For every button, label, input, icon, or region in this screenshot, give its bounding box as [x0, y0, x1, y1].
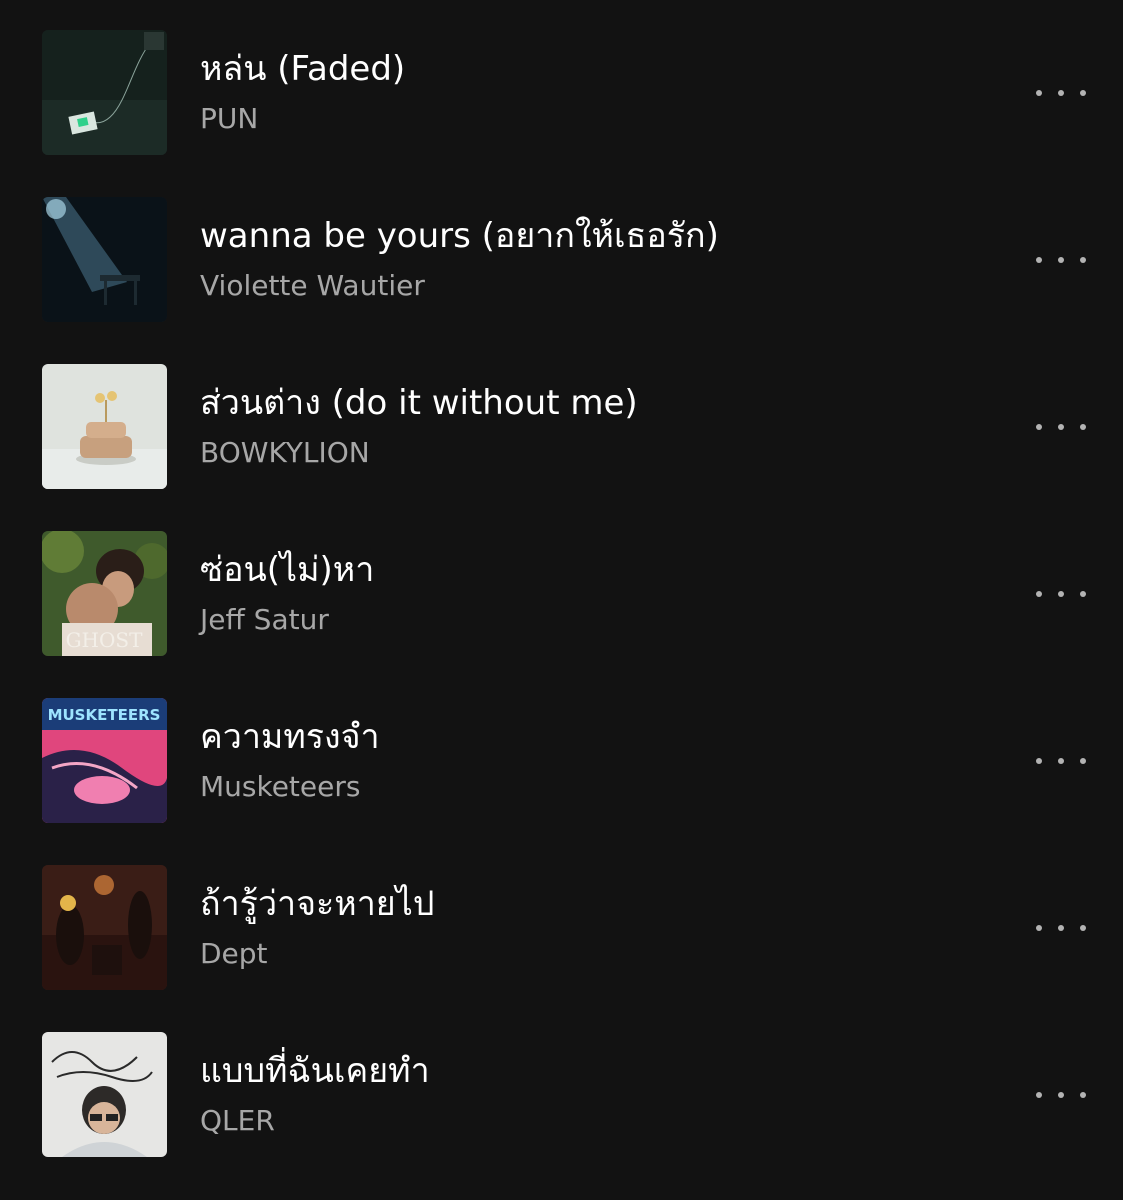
album-cover-image[interactable]: [42, 197, 167, 322]
track-row[interactable]: MUSKETEERS ความทรงจำ Musketeers: [0, 698, 1123, 824]
more-options-button[interactable]: [1030, 579, 1092, 609]
track-row[interactable]: หล่น (Faded) PUN: [0, 30, 1123, 156]
album-cover-image[interactable]: GHOST: [42, 531, 167, 656]
more-options-icon: [1080, 90, 1086, 96]
track-artist: BOWKYLION: [200, 436, 370, 469]
track-row[interactable]: ส่วนต่าง (do it without me) BOWKYLION: [0, 364, 1123, 490]
track-title: ถ้ารู้ว่าจะหายไป: [200, 884, 435, 924]
track-row[interactable]: แบบที่ฉันเคยทำ QLER: [0, 1032, 1123, 1158]
more-options-icon: [1080, 257, 1086, 263]
more-options-icon: [1036, 758, 1042, 764]
more-options-button[interactable]: [1030, 913, 1092, 943]
more-options-icon: [1058, 1092, 1064, 1098]
track-title: หล่น (Faded): [200, 49, 406, 89]
track-list: หล่น (Faded) PUN wanna be yours (อยากให้…: [0, 0, 1123, 1200]
more-options-icon: [1080, 591, 1086, 597]
more-options-icon: [1058, 90, 1064, 96]
more-options-button[interactable]: [1030, 412, 1092, 442]
more-options-icon: [1058, 257, 1064, 263]
album-cover-image[interactable]: [42, 364, 167, 489]
more-options-icon: [1080, 1092, 1086, 1098]
more-options-icon: [1036, 424, 1042, 430]
cover-text: MUSKETEERS: [48, 706, 161, 724]
track-artist: QLER: [200, 1104, 275, 1137]
album-cover-image[interactable]: [42, 865, 167, 990]
track-artist: PUN: [200, 102, 259, 135]
track-artist: Violette Wautier: [200, 269, 425, 302]
more-options-icon: [1058, 925, 1064, 931]
more-options-icon: [1058, 591, 1064, 597]
more-options-icon: [1080, 925, 1086, 931]
more-options-icon: [1036, 591, 1042, 597]
track-row[interactable]: GHOST ซ่อน(ไม่)หา Jeff Satur: [0, 531, 1123, 657]
track-title: ส่วนต่าง (do it without me): [200, 383, 638, 423]
track-artist: Jeff Satur: [200, 603, 329, 636]
album-cover-image[interactable]: MUSKETEERS: [42, 698, 167, 823]
more-options-icon: [1036, 257, 1042, 263]
track-title: wanna be yours (อยากให้เธอรัก): [200, 216, 719, 256]
more-options-icon: [1080, 758, 1086, 764]
more-options-button[interactable]: [1030, 746, 1092, 776]
album-cover-image[interactable]: [42, 30, 167, 155]
more-options-icon: [1058, 758, 1064, 764]
more-options-icon: [1080, 424, 1086, 430]
more-options-icon: [1036, 1092, 1042, 1098]
track-artist: Musketeers: [200, 770, 361, 803]
track-title: แบบที่ฉันเคยทำ: [200, 1051, 430, 1091]
track-row[interactable]: wanna be yours (อยากให้เธอรัก) Violette …: [0, 197, 1123, 323]
more-options-button[interactable]: [1030, 78, 1092, 108]
track-artist: Dept: [200, 937, 268, 970]
more-options-icon: [1036, 925, 1042, 931]
track-title: ซ่อน(ไม่)หา: [200, 550, 375, 590]
more-options-icon: [1036, 90, 1042, 96]
album-cover-image[interactable]: [42, 1032, 167, 1157]
track-row[interactable]: ถ้ารู้ว่าจะหายไป Dept: [0, 865, 1123, 991]
more-options-icon: [1058, 424, 1064, 430]
track-title: ความทรงจำ: [200, 717, 380, 757]
more-options-button[interactable]: [1030, 245, 1092, 275]
cover-text: GHOST: [66, 628, 144, 652]
more-options-button[interactable]: [1030, 1080, 1092, 1110]
